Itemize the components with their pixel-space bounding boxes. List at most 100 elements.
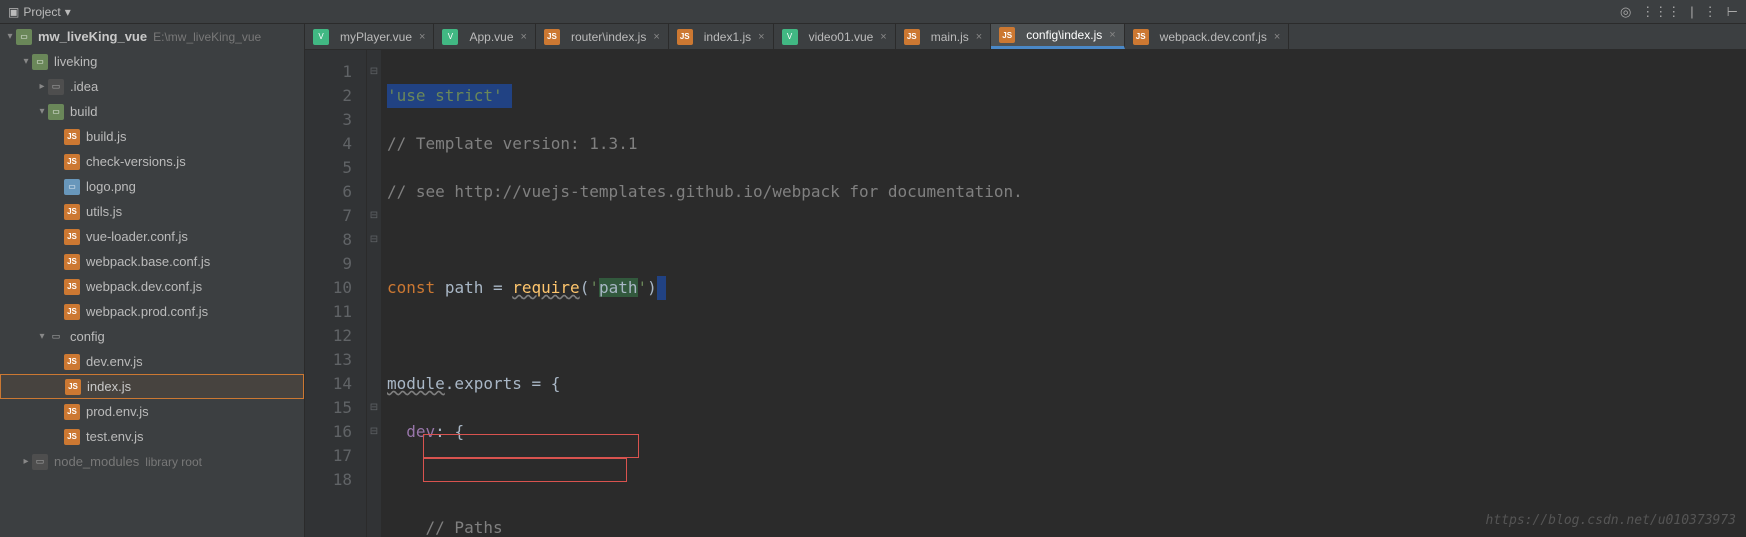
code-comment: // see http://vuejs-templates.github.io/… bbox=[387, 182, 1023, 201]
close-icon[interactable]: × bbox=[1109, 29, 1115, 41]
chevron-right-icon[interactable]: ▸ bbox=[36, 81, 48, 92]
folder-label: .idea bbox=[70, 79, 98, 94]
file-label: test.env.js bbox=[86, 429, 144, 444]
tab-label: myPlayer.vue bbox=[340, 30, 412, 44]
line-gutter: 123456789101112131415161718 bbox=[305, 50, 367, 537]
js-icon: JS bbox=[64, 129, 80, 145]
tab-label: main.js bbox=[931, 30, 969, 44]
vue-icon: V bbox=[442, 29, 458, 45]
fold-column: ⊟⊟⊟⊟⊟ bbox=[367, 50, 381, 537]
js-icon: JS bbox=[1133, 29, 1149, 45]
tree-file[interactable]: ▭ logo.png bbox=[0, 174, 304, 199]
js-icon: JS bbox=[64, 204, 80, 220]
tree-folder-build[interactable]: ▾ ▭ build bbox=[0, 99, 304, 124]
editor-tab[interactable]: JSconfig\index.js× bbox=[991, 24, 1124, 49]
title-bar: ▣ Project ▾ ◎ ⋮⋮⋮ | ⋮ ⊢ bbox=[0, 0, 1746, 24]
js-icon: JS bbox=[64, 404, 80, 420]
close-icon[interactable]: × bbox=[653, 31, 659, 43]
editor-tab[interactable]: JSindex1.js× bbox=[669, 24, 774, 49]
chevron-down-icon[interactable]: ▾ bbox=[36, 331, 48, 342]
file-label: webpack.dev.conf.js bbox=[86, 279, 202, 294]
file-label: webpack.base.conf.js bbox=[86, 254, 210, 269]
tab-label: router\index.js bbox=[571, 30, 646, 44]
title-bar-actions: ◎ ⋮⋮⋮ | ⋮ ⊢ bbox=[1620, 4, 1738, 20]
tab-label: App.vue bbox=[469, 30, 513, 44]
close-icon[interactable]: × bbox=[880, 31, 886, 43]
tree-file[interactable]: JS prod.env.js bbox=[0, 399, 304, 424]
js-icon: JS bbox=[64, 279, 80, 295]
folder-icon: ▭ bbox=[32, 454, 48, 470]
settings-icon[interactable]: ⋮ bbox=[1704, 4, 1717, 20]
tab-label: index1.js bbox=[704, 30, 751, 44]
js-icon: JS bbox=[64, 254, 80, 270]
close-icon[interactable]: × bbox=[976, 31, 982, 43]
project-label: Project bbox=[23, 5, 60, 19]
code-comment: // Template version: 1.3.1 bbox=[387, 134, 637, 153]
tree-file[interactable]: JS webpack.base.conf.js bbox=[0, 249, 304, 274]
editor-tab[interactable]: JS webpack.dev.conf.js × bbox=[1125, 24, 1290, 49]
file-label: index.js bbox=[87, 379, 131, 394]
editor-tab[interactable]: JS main.js × bbox=[896, 24, 991, 49]
folder-label: node_modules bbox=[54, 454, 139, 469]
chevron-down-icon[interactable]: ▾ bbox=[20, 56, 32, 67]
js-icon: JS bbox=[65, 379, 81, 395]
root-path: E:\mw_liveKing_vue bbox=[153, 30, 261, 44]
tab-label: video01.vue bbox=[809, 30, 874, 44]
editor-tab[interactable]: Vvideo01.vue × bbox=[774, 24, 896, 49]
divider-icon: | bbox=[1690, 4, 1693, 20]
project-folder-icon: ▣ bbox=[8, 5, 19, 19]
chevron-down-icon: ▾ bbox=[65, 5, 71, 19]
tree-file[interactable]: JS build.js bbox=[0, 124, 304, 149]
close-icon[interactable]: × bbox=[521, 31, 527, 43]
editor-tab[interactable]: V App.vue × bbox=[434, 24, 535, 49]
watermark: https://blog.csdn.net/u010373973 bbox=[1486, 509, 1736, 533]
tree-folder-idea[interactable]: ▸ ▭ .idea bbox=[0, 74, 304, 99]
js-icon: JS bbox=[64, 429, 80, 445]
editor-tab[interactable]: JS router\index.js × bbox=[536, 24, 669, 49]
project-dropdown[interactable]: ▣ Project ▾ bbox=[8, 5, 71, 19]
target-icon[interactable]: ◎ bbox=[1620, 4, 1631, 20]
image-icon: ▭ bbox=[64, 179, 80, 195]
editor-tabs: VmyPlayer.vue × V App.vue × JS router\index.js… bbox=[305, 24, 1746, 50]
tree-folder-config[interactable]: ▾ ▭ config bbox=[0, 324, 304, 349]
js-icon: JS bbox=[64, 229, 80, 245]
file-label: prod.env.js bbox=[86, 404, 149, 419]
editor-tab[interactable]: VmyPlayer.vue× bbox=[305, 24, 434, 49]
folder-tag: library root bbox=[145, 455, 202, 469]
close-icon[interactable]: × bbox=[1274, 31, 1280, 43]
vue-icon: V bbox=[782, 29, 798, 45]
folder-icon: ▭ bbox=[48, 79, 64, 95]
tree-folder-liveking[interactable]: ▾ ▭ liveking bbox=[0, 49, 304, 74]
chevron-down-icon[interactable]: ▾ bbox=[4, 31, 16, 42]
tree-file-selected[interactable]: JS index.js bbox=[0, 374, 304, 399]
tree-file[interactable]: JS vue-loader.conf.js bbox=[0, 224, 304, 249]
chevron-right-icon[interactable]: ▸ bbox=[20, 456, 32, 467]
code-editor[interactable]: 'use strict' // Template version: 1.3.1 … bbox=[381, 50, 1746, 537]
js-icon: JS bbox=[904, 29, 920, 45]
collapse-icon[interactable]: ⋮⋮⋮ bbox=[1641, 4, 1680, 20]
code-text: 'use strict' bbox=[387, 84, 503, 108]
hide-icon[interactable]: ⊢ bbox=[1727, 4, 1738, 20]
tree-root[interactable]: ▾ ▭ mw_liveKing_vue E:\mw_liveKing_vue bbox=[0, 24, 304, 49]
folder-label: build bbox=[70, 104, 97, 119]
folder-icon: ▭ bbox=[32, 54, 48, 70]
file-label: vue-loader.conf.js bbox=[86, 229, 188, 244]
js-icon: JS bbox=[999, 27, 1015, 43]
chevron-down-icon[interactable]: ▾ bbox=[36, 106, 48, 117]
file-label: build.js bbox=[86, 129, 126, 144]
tree-file[interactable]: JSutils.js bbox=[0, 199, 304, 224]
close-icon[interactable]: × bbox=[419, 31, 425, 43]
tree-folder-node-modules[interactable]: ▸ ▭ node_modules library root bbox=[0, 449, 304, 474]
close-icon[interactable]: × bbox=[758, 31, 764, 43]
file-label: logo.png bbox=[86, 179, 136, 194]
tree-file[interactable]: JS webpack.dev.conf.js bbox=[0, 274, 304, 299]
tree-file[interactable]: JScheck-versions.js bbox=[0, 149, 304, 174]
js-icon: JS bbox=[544, 29, 560, 45]
tree-file[interactable]: JSdev.env.js bbox=[0, 349, 304, 374]
tree-file[interactable]: JSwebpack.prod.conf.js bbox=[0, 299, 304, 324]
project-tree[interactable]: ▾ ▭ mw_liveKing_vue E:\mw_liveKing_vue ▾… bbox=[0, 24, 305, 537]
js-icon: JS bbox=[64, 304, 80, 320]
tree-file[interactable]: JS test.env.js bbox=[0, 424, 304, 449]
tab-label: webpack.dev.conf.js bbox=[1160, 30, 1267, 44]
root-name: mw_liveKing_vue bbox=[38, 29, 147, 44]
